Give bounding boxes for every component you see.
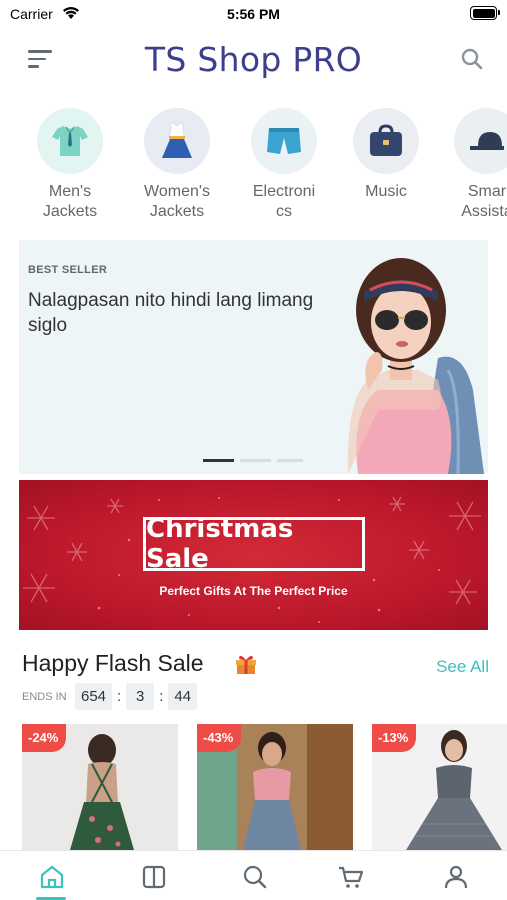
discount-badge: -13% — [372, 724, 417, 752]
category-label: Music — [365, 183, 407, 200]
product-card[interactable]: -24% — [22, 724, 178, 850]
category-label: SmarAssista — [461, 183, 507, 220]
product-card[interactable]: -13% — [372, 724, 507, 850]
category-smart-assistant[interactable]: SmarAssista — [437, 108, 507, 222]
timer-seconds: 44 — [168, 683, 198, 710]
dress-icon — [162, 122, 192, 158]
christmas-sale-banner[interactable]: Christmas Sale Perfect Gifts At The Perf… — [19, 480, 488, 630]
category-mens-jackets[interactable]: Men's Jackets — [20, 108, 120, 222]
category-music[interactable]: Music — [336, 108, 436, 202]
shorts-icon — [267, 128, 301, 154]
cap-icon — [470, 132, 504, 150]
category-womens-jackets[interactable]: Women's Jackets — [127, 108, 227, 222]
carousel-dot[interactable] — [203, 459, 234, 462]
discount-badge: -24% — [22, 724, 67, 752]
profile-icon[interactable] — [442, 863, 470, 891]
flash-sale-title: Happy Flash Sale — [22, 650, 204, 676]
category-icon-circle — [353, 108, 419, 174]
hero-title: Nalagpasan nito hindi lang limang siglo — [28, 290, 314, 336]
timer-hours: 654 — [75, 683, 113, 710]
category-icon-circle — [454, 108, 507, 174]
timer-separator: : — [159, 688, 164, 705]
home-icon[interactable] — [38, 863, 66, 891]
carousel-dot[interactable] — [277, 459, 303, 462]
hero-tag: BEST SELLER — [28, 264, 108, 276]
hero-banner[interactable]: BEST SELLER Nalagpasan nito hindi lang l… — [19, 240, 488, 474]
ends-in-label: ENDS IN — [22, 691, 67, 703]
clock: 5:56 PM — [227, 6, 280, 22]
gift-icon — [236, 655, 256, 674]
cart-icon[interactable] — [337, 863, 365, 891]
category-icon-circle — [144, 108, 210, 174]
timer-minutes: 3 — [126, 683, 155, 710]
app-header: TS Shop PRO — [0, 30, 507, 94]
flash-sale-products: -24% -43% -13% — [0, 724, 507, 850]
catalog-icon[interactable] — [140, 863, 168, 891]
app-title: TS Shop PRO — [144, 40, 363, 79]
search-icon[interactable] — [459, 46, 485, 72]
product-card[interactable]: -43% — [197, 724, 353, 850]
category-electronics[interactable]: Electroni cs — [234, 108, 334, 222]
carousel-dot[interactable] — [240, 459, 271, 462]
discount-badge: -43% — [197, 724, 242, 752]
category-icon-circle — [251, 108, 317, 174]
category-label: Women's Jackets — [144, 183, 210, 220]
timer-separator: : — [117, 688, 122, 705]
carousel-dots[interactable] — [203, 459, 303, 462]
category-label: Electroni cs — [252, 183, 316, 220]
battery-icon — [470, 6, 500, 20]
category-list: Men's Jackets Women's Jackets Electroni cs — [0, 108, 507, 228]
category-label: Men's Jackets — [42, 183, 98, 220]
bottom-tab-bar — [0, 850, 507, 900]
model-image — [347, 258, 484, 474]
christmas-subtitle: Perfect Gifts At The Perfect Price — [159, 584, 348, 598]
status-bar: Carrier 5:56 PM — [0, 0, 507, 28]
shirt-icon — [52, 126, 88, 156]
christmas-title: Christmas Sale — [146, 514, 294, 574]
countdown-timer: 654 : 3 : 44 — [75, 683, 198, 710]
bag-icon — [370, 124, 402, 156]
christmas-title-frame: Christmas Sale — [143, 514, 365, 574]
category-icon-circle — [37, 108, 103, 174]
see-all-link[interactable]: See All — [436, 657, 489, 677]
search-icon[interactable] — [241, 863, 269, 891]
